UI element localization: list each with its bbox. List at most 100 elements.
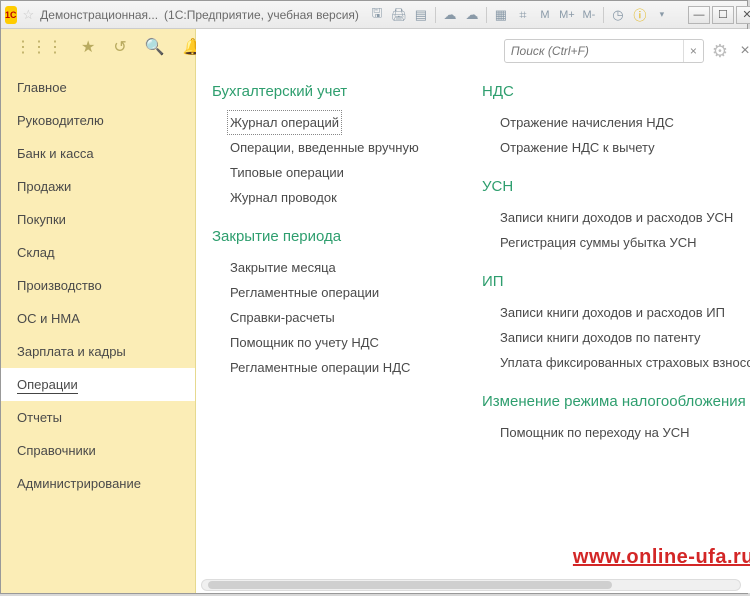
cloud2-icon[interactable]: ☁ <box>464 7 480 23</box>
sidebar-item-label: Отчеты <box>17 410 62 425</box>
search-icon[interactable]: 🔍 <box>145 37 165 57</box>
sidebar-item-label: Операции <box>17 377 78 394</box>
dropdown-icon[interactable]: ▾ <box>654 7 670 23</box>
section-title[interactable]: Закрытие периода <box>212 228 442 245</box>
main-panel: × ⚙ × Бухгалтерский учетЖурнал операцийО… <box>196 29 750 593</box>
section-list: Отражение начисления НДСОтражение НДС к … <box>482 110 750 160</box>
window-controls: — ☐ ✕ <box>688 6 750 24</box>
main-topbar: × ⚙ × <box>196 29 750 73</box>
sidebar-items: Главное Руководителю Банк и касса Продажи По… <box>1 65 195 500</box>
close-panel-button[interactable]: × <box>736 42 750 60</box>
sidebar-item-8[interactable]: Зарплата и кадры <box>1 335 195 368</box>
sidebar-item-label: Зарплата и кадры <box>17 344 126 359</box>
section-title[interactable]: ИП <box>482 273 750 290</box>
menu-link[interactable]: Помощник по переходу на УСН <box>500 420 750 445</box>
sidebar: ⋮⋮⋮ ★ ↺ 🔍 🔔 Главное Руководителю Банк и ка… <box>1 29 196 593</box>
print-icon[interactable]: 🖨 <box>391 7 407 23</box>
section: Закрытие периодаЗакрытие месяцаРегламент… <box>212 228 442 380</box>
section: ИП Записи книги доходов и расходов ИПЗапи… <box>482 273 750 375</box>
calendar-icon[interactable]: ▦ <box>493 7 509 23</box>
maximize-button[interactable]: ☐ <box>712 6 734 24</box>
clock-icon[interactable]: ◷ <box>610 7 626 23</box>
section-list: Записи книги доходов и расходов УСНРегис… <box>482 205 750 255</box>
section-list: Записи книги доходов и расходов ИПЗаписи… <box>482 300 750 375</box>
calc-icon[interactable]: ⌗ <box>515 7 531 23</box>
menu-link[interactable]: Журнал проводок <box>230 185 442 210</box>
content-column-1: НДС Отражение начисления НДСОтражение НДС… <box>482 83 750 583</box>
section-title[interactable]: Бухгалтерский учет <box>212 83 442 100</box>
section-title[interactable]: Изменение режима налогообложения <box>482 393 750 410</box>
grid-icon[interactable]: ⋮⋮⋮ <box>15 37 63 57</box>
menu-link[interactable]: Закрытие месяца <box>230 255 442 280</box>
menu-link[interactable]: Типовые операции <box>230 160 442 185</box>
section: НДС Отражение начисления НДСОтражение НДС… <box>482 83 750 160</box>
history-icon[interactable]: ↺ <box>113 37 126 57</box>
sidebar-item-label: Руководителю <box>17 113 104 128</box>
menu-link[interactable]: Регистрация суммы убытка УСН <box>500 230 750 255</box>
section-title[interactable]: НДС <box>482 83 750 100</box>
sidebar-item-3[interactable]: Продажи <box>1 170 195 203</box>
sidebar-item-0[interactable]: Главное <box>1 71 195 104</box>
menu-link[interactable]: Журнал операций <box>227 110 342 135</box>
sidebar-item-label: Главное <box>17 80 67 95</box>
sidebar-item-2[interactable]: Банк и касса <box>1 137 195 170</box>
scrollbar-thumb[interactable] <box>208 581 612 589</box>
menu-link[interactable]: Регламентные операции <box>230 280 442 305</box>
sidebar-item-label: Производство <box>17 278 102 293</box>
sidebar-item-label: Склад <box>17 245 55 260</box>
minimize-button[interactable]: — <box>688 6 710 24</box>
info-icon[interactable]: ⓘ <box>632 7 648 23</box>
star-icon[interactable]: ★ <box>81 37 95 57</box>
section: Изменение режима налогообложения Помощник… <box>482 393 750 445</box>
sidebar-item-10[interactable]: Отчеты <box>1 401 195 434</box>
watermark: www.online-ufa.ru <box>573 546 750 569</box>
sidebar-item-6[interactable]: Производство <box>1 269 195 302</box>
save-icon[interactable]: 🖫 <box>369 7 385 23</box>
section-title[interactable]: УСН <box>482 178 750 195</box>
separator <box>486 7 487 23</box>
menu-link[interactable]: Записи книги доходов по патенту <box>500 325 750 350</box>
section-list: Журнал операцийОперации, введенные вручн… <box>212 110 442 210</box>
body: ⋮⋮⋮ ★ ↺ 🔍 🔔 Главное Руководителю Банк и ка… <box>1 29 747 593</box>
sidebar-item-label: ОС и НМА <box>17 311 80 326</box>
star-icon: ☆ <box>23 7 35 23</box>
search-input[interactable] <box>505 44 683 58</box>
doc-icon[interactable]: ▤ <box>413 7 429 23</box>
m-icon[interactable]: M <box>537 7 553 23</box>
sidebar-iconbar: ⋮⋮⋮ ★ ↺ 🔍 🔔 <box>1 29 195 65</box>
sidebar-item-11[interactable]: Справочники <box>1 434 195 467</box>
section-list: Закрытие месяцаРегламентные операцииСпра… <box>212 255 442 380</box>
menu-link[interactable]: Отражение НДС к вычету <box>500 135 750 160</box>
menu-link[interactable]: Отражение начисления НДС <box>500 110 750 135</box>
menu-link[interactable]: Записи книги доходов и расходов ИП <box>500 300 750 325</box>
window-title-suffix: (1С:Предприятие, учебная версия) <box>164 8 359 22</box>
horizontal-scrollbar[interactable] <box>201 579 741 591</box>
sidebar-item-5[interactable]: Склад <box>1 236 195 269</box>
m-minus-icon[interactable]: M- <box>581 7 597 23</box>
app-window: 1C ☆ Демонстрационная... (1С:Предприятие… <box>0 0 748 594</box>
section: УСН Записи книги доходов и расходов УСНРе… <box>482 178 750 255</box>
sidebar-item-9[interactable]: Операции <box>1 368 195 401</box>
gear-icon[interactable]: ⚙ <box>712 41 728 62</box>
search-box: × <box>504 39 704 63</box>
sidebar-item-1[interactable]: Руководителю <box>1 104 195 137</box>
menu-link[interactable]: Регламентные операции НДС <box>230 355 442 380</box>
m-plus-icon[interactable]: M+ <box>559 7 575 23</box>
app-logo-icon: 1C <box>5 6 17 24</box>
sidebar-item-4[interactable]: Покупки <box>1 203 195 236</box>
menu-link[interactable]: Уплата фиксированных страховых взносов <box>500 350 750 375</box>
sidebar-item-label: Покупки <box>17 212 66 227</box>
menu-link[interactable]: Записи книги доходов и расходов УСН <box>500 205 750 230</box>
menu-link[interactable]: Справки-расчеты <box>230 305 442 330</box>
sidebar-item-12[interactable]: Администрирование <box>1 467 195 500</box>
menu-link[interactable]: Помощник по учету НДС <box>230 330 442 355</box>
sidebar-item-label: Справочники <box>17 443 96 458</box>
menu-link[interactable]: Операции, введенные вручную <box>230 135 442 160</box>
search-clear-button[interactable]: × <box>683 40 703 62</box>
separator <box>435 7 436 23</box>
close-button[interactable]: ✕ <box>736 6 750 24</box>
sidebar-item-label: Банк и касса <box>17 146 94 161</box>
sidebar-item-7[interactable]: ОС и НМА <box>1 302 195 335</box>
cloud-icon[interactable]: ☁ <box>442 7 458 23</box>
content-area: Бухгалтерский учет Журнал операцийОпераци… <box>196 73 750 593</box>
